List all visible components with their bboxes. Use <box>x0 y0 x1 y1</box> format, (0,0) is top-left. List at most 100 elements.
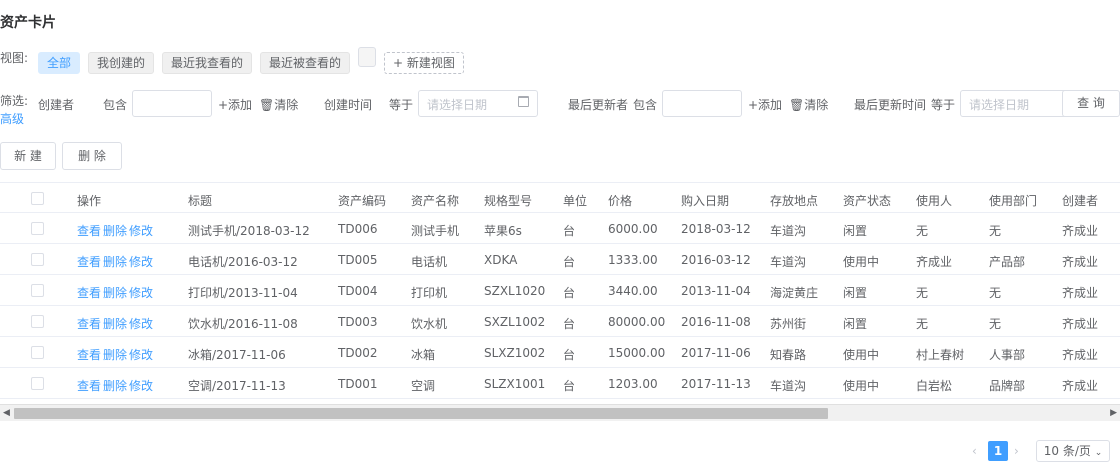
view-created-by-me[interactable]: 我创建的 <box>88 52 155 74</box>
created-time-operator[interactable]: 等于 <box>389 96 413 113</box>
updater-add-button[interactable]: +添加 <box>748 96 782 113</box>
cell-asset-code: TD004 <box>338 284 378 298</box>
view-link[interactable]: 查看 <box>77 348 101 362</box>
column-header-user[interactable]: 使用人 <box>916 192 952 209</box>
column-header-department[interactable]: 使用部门 <box>989 192 1037 209</box>
cell-asset-status: 使用中 <box>843 255 880 269</box>
creator-filter-input[interactable] <box>132 90 212 117</box>
delete-link[interactable]: 删除 <box>103 255 127 269</box>
cell-unit: 台 <box>563 379 576 393</box>
scrollbar-thumb[interactable] <box>14 408 828 419</box>
view-link[interactable]: 查看 <box>77 255 101 269</box>
edit-link[interactable]: 修改 <box>129 317 153 331</box>
cell-price: 6000.00 <box>608 222 658 236</box>
scroll-left-icon[interactable]: ◀ <box>3 408 10 418</box>
delete-link[interactable]: 删除 <box>103 317 127 331</box>
table-row[interactable]: 查看 删除 修改 电话机/2016-03-12 TD005 电话机 XDKA 台 1333.00… <box>0 244 1120 275</box>
updater-filter-label: 最后更新者 <box>568 98 629 112</box>
table-row[interactable]: 查看 删除 修改 打印机/2013-11-04 TD004 打印机 SZXL1020 台 344… <box>0 275 1120 306</box>
delete-link[interactable]: 删除 <box>103 286 127 300</box>
page-size-select[interactable]: 10 条/页 ⌄ <box>1036 440 1110 462</box>
view-extra-toggle[interactable] <box>358 47 376 67</box>
view-link[interactable]: 查看 <box>77 317 101 331</box>
creator-add-button[interactable]: +添加 <box>218 96 252 113</box>
edit-link[interactable]: 修改 <box>129 286 153 300</box>
creator-filter-operator[interactable]: 包含 <box>103 96 127 113</box>
table-horizontal-scrollbar[interactable]: ◀ ▶ <box>0 404 1120 421</box>
row-checkbox[interactable] <box>31 315 44 328</box>
updated-date-picker[interactable]: 请选择日期 <box>960 90 1068 117</box>
delete-link[interactable]: 删除 <box>103 348 127 362</box>
row-checkbox[interactable] <box>31 284 44 297</box>
updater-filter-input[interactable] <box>662 90 742 117</box>
updated-time-operator[interactable]: 等于 <box>931 96 955 113</box>
creator-clear-button[interactable]: 🗑清除 <box>259 96 298 113</box>
row-actions: 查看 删除 修改 <box>77 222 155 239</box>
column-header-price[interactable]: 价格 <box>608 192 632 209</box>
column-header-spec-model[interactable]: 规格型号 <box>484 192 532 209</box>
cell-title: 饮水机/2016-11-08 <box>188 317 298 331</box>
cell-department: 无 <box>989 286 1002 300</box>
row-checkbox[interactable] <box>31 222 44 235</box>
row-checkbox[interactable] <box>31 346 44 359</box>
cell-unit: 台 <box>563 224 576 238</box>
cell-location: 车道沟 <box>770 224 807 238</box>
created-time-filter-label: 创建时间 <box>324 98 373 112</box>
cell-asset-code: TD002 <box>338 346 378 360</box>
cell-department: 无 <box>989 224 1002 238</box>
column-header-asset-code[interactable]: 资产编码 <box>338 192 386 209</box>
edit-link[interactable]: 修改 <box>129 255 153 269</box>
cell-title: 测试手机/2018-03-12 <box>188 224 310 238</box>
edit-link[interactable]: 修改 <box>129 224 153 238</box>
column-header-creator[interactable]: 创建者 <box>1062 192 1098 209</box>
column-header-actions[interactable]: 操作 <box>77 192 101 209</box>
page-size-value: 10 条/页 <box>1043 444 1091 458</box>
view-link[interactable]: 查看 <box>77 224 101 238</box>
next-page-icon[interactable]: › <box>1014 444 1019 458</box>
updater-filter-operator[interactable]: 包含 <box>633 96 657 113</box>
advanced-filter-link[interactable]: 高级 <box>0 110 24 127</box>
new-button[interactable]: 新 建 <box>0 142 56 170</box>
cell-creator: 齐成业 <box>1062 286 1099 300</box>
table-row[interactable]: 查看 删除 修改 冰箱/2017-11-06 TD002 冰箱 SLXZ1002 台 15000… <box>0 337 1120 368</box>
cell-price: 3440.00 <box>608 284 658 298</box>
view-recently-viewed-by-me[interactable]: 最近我查看的 <box>162 52 253 74</box>
new-view-button[interactable]: + 新建视图 <box>384 52 464 74</box>
cell-asset-code: TD006 <box>338 222 378 236</box>
column-header-unit[interactable]: 单位 <box>563 192 587 209</box>
select-all-checkbox[interactable] <box>31 192 44 205</box>
view-all[interactable]: 全部 <box>38 52 81 74</box>
created-date-picker[interactable]: 请选择日期 <box>418 90 538 117</box>
cell-department: 品牌部 <box>989 379 1026 393</box>
view-recently-viewed[interactable]: 最近被查看的 <box>260 52 351 74</box>
edit-link[interactable]: 修改 <box>129 348 153 362</box>
view-link[interactable]: 查看 <box>77 286 101 300</box>
scroll-right-icon[interactable]: ▶ <box>1110 408 1117 418</box>
edit-link[interactable]: 修改 <box>129 379 153 393</box>
column-header-purchase-date[interactable]: 购入日期 <box>681 192 729 209</box>
row-checkbox[interactable] <box>31 377 44 390</box>
column-header-asset-name[interactable]: 资产名称 <box>411 192 459 209</box>
prev-page-icon[interactable]: ‹ <box>972 444 977 458</box>
delete-button[interactable]: 删 除 <box>62 142 122 170</box>
cell-department: 产品部 <box>989 255 1026 269</box>
table-row[interactable]: 查看 删除 修改 饮水机/2016-11-08 TD003 饮水机 SXZL1002 台 800… <box>0 306 1120 337</box>
delete-link[interactable]: 删除 <box>103 224 127 238</box>
cell-asset-status: 使用中 <box>843 348 880 362</box>
cell-asset-status: 使用中 <box>843 379 880 393</box>
table-row[interactable]: 查看 删除 修改 测试手机/2018-03-12 TD006 测试手机 苹果6s 台 6000.… <box>0 213 1120 244</box>
query-button[interactable]: 查 询 <box>1062 90 1120 117</box>
row-checkbox[interactable] <box>31 253 44 266</box>
table-row[interactable]: 查看 删除 修改 空调/2017-11-13 TD001 空调 SLZX1001 台 1203.… <box>0 368 1120 399</box>
cell-title: 空调/2017-11-13 <box>188 379 286 393</box>
cell-location: 车道沟 <box>770 379 807 393</box>
delete-link[interactable]: 删除 <box>103 379 127 393</box>
current-page[interactable]: 1 <box>988 441 1008 461</box>
updated-time-filter-label: 最后更新时间 <box>854 98 927 112</box>
cell-creator: 齐成业 <box>1062 348 1099 362</box>
column-header-title[interactable]: 标题 <box>188 192 212 209</box>
updater-clear-button[interactable]: 🗑清除 <box>789 96 828 113</box>
view-link[interactable]: 查看 <box>77 379 101 393</box>
column-header-location[interactable]: 存放地点 <box>770 192 818 209</box>
column-header-asset-status[interactable]: 资产状态 <box>843 192 891 209</box>
